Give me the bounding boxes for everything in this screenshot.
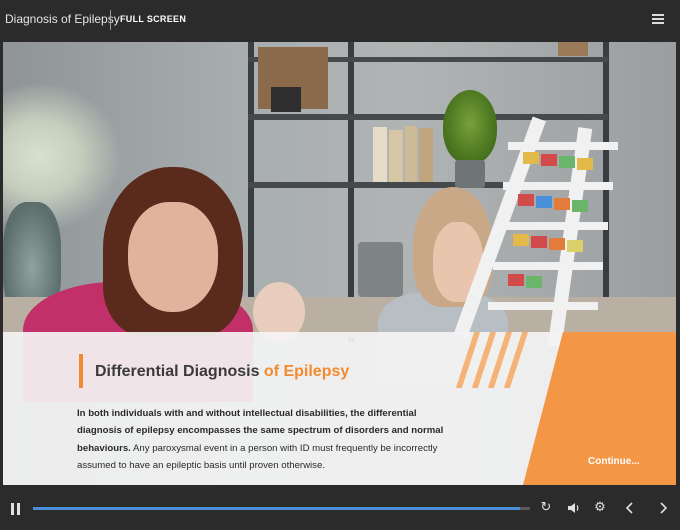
- headline-main: Differential Diagnosis: [95, 363, 264, 380]
- hamburger-menu-icon[interactable]: [650, 12, 666, 26]
- settings-icon[interactable]: ⚙: [593, 501, 607, 515]
- previous-icon[interactable]: [623, 501, 637, 515]
- course-title: Diagnosis of Epilepsy: [5, 12, 120, 26]
- headline-accent-bar: [79, 354, 83, 388]
- slide-body-text: In both individuals with and without int…: [77, 405, 447, 475]
- volume-icon[interactable]: [567, 501, 581, 515]
- top-bar: Diagnosis of Epilepsy FULL SCREEN: [0, 0, 680, 40]
- caption-panel: Differential Diagnosis of Epilepsy In bo…: [3, 332, 676, 485]
- progress-bar[interactable]: [33, 507, 530, 510]
- replay-icon[interactable]: ↻: [539, 501, 553, 515]
- fullscreen-button[interactable]: FULL SCREEN: [120, 14, 186, 24]
- pause-icon[interactable]: [11, 503, 21, 515]
- player-controls: ↻ ⚙: [0, 490, 680, 530]
- progress-fill: [33, 507, 521, 510]
- body-text-regular: Any paroxysmal event in a person with ID…: [77, 442, 438, 472]
- next-icon[interactable]: [656, 501, 670, 515]
- headline-accent: of Epilepsy: [263, 363, 350, 380]
- slide-headline: Differential Diagnosis of Epilepsy: [95, 363, 349, 381]
- slide-area: Differential Diagnosis of Epilepsy In bo…: [3, 42, 676, 485]
- continue-button[interactable]: Continue...: [588, 456, 640, 467]
- title-divider: [110, 10, 111, 30]
